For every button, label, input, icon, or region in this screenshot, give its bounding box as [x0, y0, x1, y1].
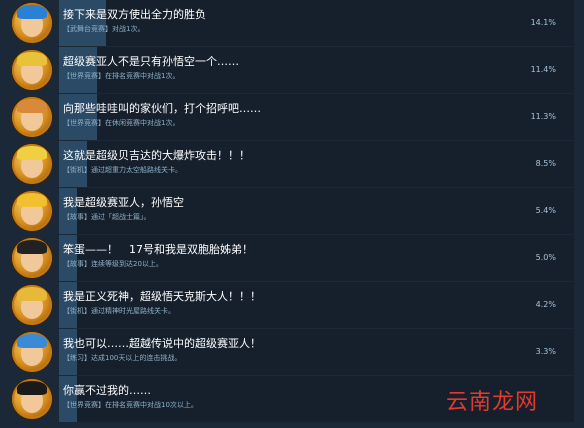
- character-hair: [17, 99, 47, 113]
- achievement-unlock-percent: 5.4%: [535, 206, 556, 215]
- achievement-row[interactable]: 我也可以……超越传说中的超级赛亚人！ 【练习】达成100天以上的连击挑战。 3.3%: [0, 329, 584, 376]
- watermark-logo: 云南龙网: [446, 390, 539, 415]
- achievement-row[interactable]: 笨蛋——！ 17号和我是双胞胎姊弟！ 【故事】连续等级到达20以上。 5.0%: [0, 235, 584, 282]
- achievement-title: 接下来是双方使出全力的胜负: [63, 8, 206, 21]
- achievement-badge-icon: [12, 285, 52, 325]
- character-hair: [17, 146, 47, 160]
- achievement-row[interactable]: 我是超级赛亚人，孙悟空【故事】通过「超战士篇」。 5.4%: [0, 188, 584, 235]
- achievement-title: 向那些哇哇叫的家伙们，打个招呼吧……: [63, 102, 261, 115]
- achievement-unlock-percent: 11.3%: [530, 112, 556, 121]
- achievement-unlock-percent: 3.3%: [535, 347, 556, 356]
- achievement-description: 【世界竞赛】在排名竞赛中对战10次以上。: [63, 401, 198, 409]
- achievement-description: 【武舞台竞赛】对战1次。: [63, 25, 145, 33]
- achievement-badge-icon: [12, 379, 52, 419]
- achievement-badge-icon: [12, 50, 52, 90]
- achievement-unlock-percent: 11.4%: [530, 65, 556, 74]
- achievement-title: 我也可以……超越传说中的超级赛亚人！: [63, 337, 261, 350]
- achievement-badge-icon: [12, 332, 52, 372]
- achievement-description: 【故事】连续等级到达20以上。: [63, 260, 163, 268]
- achievement-description: 【故事】通过「超战士篇」。: [63, 213, 151, 221]
- achievement-badge-icon: [12, 191, 52, 231]
- achievement-description: 【世界竞赛】在休闲竞赛中对战1次。: [63, 119, 180, 127]
- achievement-row[interactable]: 这就是超级贝吉达的大爆炸攻击！！！ 【街机】通过超重力太空船路线关卡。 8.5%: [0, 141, 584, 188]
- achievement-description: 【街机】通过超重力太空船路线关卡。: [63, 166, 182, 174]
- character-hair: [17, 193, 47, 207]
- achievement-title: 这就是超级贝吉达的大爆炸攻击！！！: [63, 149, 250, 162]
- achievement-title: 我是超级赛亚人，孙悟空: [63, 196, 184, 209]
- achievement-row[interactable]: 接下来是双方使出全力的胜负【武舞台竞赛】对战1次。 14.1%: [0, 0, 584, 47]
- achievement-unlock-percent: 8.5%: [535, 159, 556, 168]
- achievement-description: 【世界竞赛】在排名竞赛中对战1次。: [63, 72, 180, 80]
- achievement-title: 超级赛亚人不是只有孙悟空一个……: [63, 55, 239, 68]
- achievement-row[interactable]: 我是正义死神，超级悟天克斯大人！！！ 【街机】通过精神时光屋路线关卡。 4.2%: [0, 282, 584, 329]
- achievement-badge-icon: [12, 144, 52, 184]
- achievement-badge-icon: [12, 238, 52, 278]
- achievement-description: 【练习】达成100天以上的连击挑战。: [63, 354, 182, 362]
- achievement-row[interactable]: 向那些哇哇叫的家伙们，打个招呼吧…… 【世界竞赛】在休闲竞赛中对战1次。 11.3%: [0, 94, 584, 141]
- achievement-badge-icon: [12, 3, 52, 43]
- character-hair: [17, 5, 47, 19]
- achievement-title: 你赢不过我的……: [63, 384, 151, 397]
- achievement-list: 接下来是双方使出全力的胜负【武舞台竞赛】对战1次。 14.1% 超级赛亚人不是只有孙…: [0, 0, 584, 428]
- achievement-unlock-percent: 14.1%: [530, 18, 556, 27]
- character-hair: [17, 334, 47, 348]
- character-hair: [17, 240, 47, 254]
- achievement-row[interactable]: 超级赛亚人不是只有孙悟空一个…… 【世界竞赛】在排名竞赛中对战1次。 11.4%: [0, 47, 584, 94]
- character-hair: [17, 287, 47, 301]
- achievement-unlock-percent: 5.0%: [535, 253, 556, 262]
- achievement-badge-icon: [12, 97, 52, 137]
- character-hair: [17, 381, 47, 395]
- achievement-description: 【街机】通过精神时光屋路线关卡。: [63, 307, 175, 315]
- achievement-title: 笨蛋——！ 17号和我是双胞胎姊弟！: [63, 243, 253, 256]
- achievement-unlock-percent: 4.2%: [535, 300, 556, 309]
- character-hair: [17, 52, 47, 66]
- achievement-title: 我是正义死神，超级悟天克斯大人！！！: [63, 290, 261, 303]
